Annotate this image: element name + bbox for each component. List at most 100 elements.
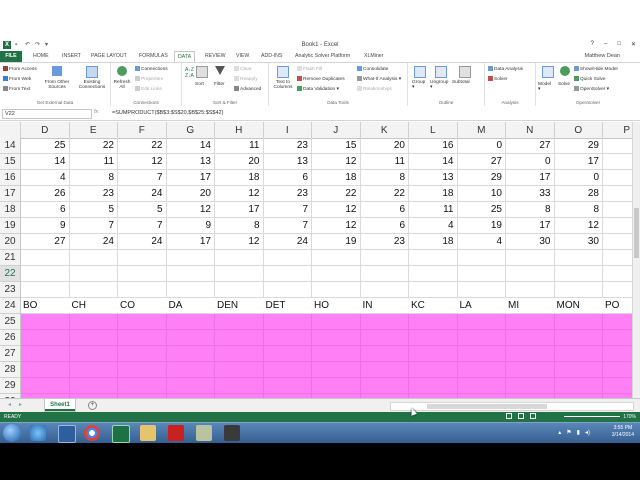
- cell-l17[interactable]: 18: [409, 186, 458, 202]
- cell-k29[interactable]: [360, 378, 409, 394]
- cell-i27[interactable]: [263, 346, 312, 362]
- cell-i18[interactable]: 7: [263, 202, 312, 218]
- cell-m19[interactable]: 19: [457, 218, 506, 234]
- cell-j19[interactable]: 12: [312, 218, 361, 234]
- cell-h17[interactable]: 12: [215, 186, 264, 202]
- properties-button[interactable]: Properties: [135, 76, 163, 82]
- chrome-icon[interactable]: [84, 425, 100, 441]
- cell-k14[interactable]: 20: [360, 138, 409, 154]
- cell-h24[interactable]: DEN: [215, 298, 264, 314]
- horizontal-scrollbar[interactable]: [390, 402, 634, 411]
- formula-input[interactable]: =SUMPRODUCT($B$3:$S$20,$B$25:$S$42): [112, 109, 632, 117]
- row-header-14[interactable]: 14: [0, 138, 21, 154]
- from-access-button[interactable]: From Access: [3, 66, 37, 72]
- cell-i29[interactable]: [263, 378, 312, 394]
- text-to-columns-button[interactable]: Text to Columns: [270, 80, 296, 90]
- cell-i17[interactable]: 23: [263, 186, 312, 202]
- cell-p29[interactable]: [603, 378, 632, 394]
- tab-home[interactable]: HOME: [33, 53, 49, 59]
- page-break-view-icon[interactable]: [530, 413, 536, 419]
- existing-connections-button[interactable]: Existing Connections: [76, 80, 108, 90]
- worksheet-grid[interactable]: DEFGHIJKLMNOP 14 25 22 22 14 11 23 15 20 16 0 27 29 1…: [0, 122, 632, 398]
- minimize-button[interactable]: –: [604, 41, 607, 48]
- column-header-k[interactable]: K: [361, 122, 409, 138]
- cell-d16[interactable]: 4: [21, 170, 70, 186]
- cell-d25[interactable]: [21, 314, 70, 330]
- cell-k24[interactable]: IN: [360, 298, 409, 314]
- cell-j28[interactable]: [312, 362, 361, 378]
- cell-f28[interactable]: [118, 362, 167, 378]
- cell-l16[interactable]: 13: [409, 170, 458, 186]
- cell-e15[interactable]: 11: [69, 154, 118, 170]
- cell-l29[interactable]: [409, 378, 458, 394]
- cell-j23[interactable]: [312, 282, 361, 298]
- cell-h23[interactable]: [215, 282, 264, 298]
- cell-i21[interactable]: [263, 250, 312, 266]
- acrobat-icon[interactable]: [168, 425, 184, 441]
- column-header-o[interactable]: O: [555, 122, 603, 138]
- internet-explorer-icon[interactable]: [30, 425, 46, 441]
- cell-g19[interactable]: 9: [166, 218, 215, 234]
- cell-e22[interactable]: [69, 266, 118, 282]
- cell-d19[interactable]: 9: [21, 218, 70, 234]
- tab-add-ins[interactable]: ADD-INS: [261, 53, 282, 59]
- cell-k20[interactable]: 23: [360, 234, 409, 250]
- subtotal-button[interactable]: Subtotal: [452, 80, 470, 85]
- cell-j22[interactable]: [312, 266, 361, 282]
- cell-n16[interactable]: 17: [506, 170, 555, 186]
- cell-d21[interactable]: [21, 250, 70, 266]
- cell-h26[interactable]: [215, 330, 264, 346]
- cell-p19[interactable]: [603, 218, 632, 234]
- zoom-level[interactable]: 170%: [623, 414, 636, 420]
- cell-m22[interactable]: [457, 266, 506, 282]
- row-header-18[interactable]: 18: [0, 202, 21, 218]
- cell-h18[interactable]: 17: [215, 202, 264, 218]
- page-layout-view-icon[interactable]: [518, 413, 524, 419]
- cell-o23[interactable]: [554, 282, 603, 298]
- cell-o20[interactable]: 30: [554, 234, 603, 250]
- row-header-25[interactable]: 25: [0, 314, 21, 330]
- cell-m14[interactable]: 0: [457, 138, 506, 154]
- cell-m29[interactable]: [457, 378, 506, 394]
- cell-p18[interactable]: [603, 202, 632, 218]
- cell-k17[interactable]: 22: [360, 186, 409, 202]
- cell-d26[interactable]: [21, 330, 70, 346]
- cell-o25[interactable]: [554, 314, 603, 330]
- scrollbar-thumb[interactable]: [634, 208, 639, 258]
- cell-f29[interactable]: [118, 378, 167, 394]
- network-icon[interactable]: ▮: [577, 429, 580, 436]
- cell-o26[interactable]: [554, 330, 603, 346]
- cell-p23[interactable]: [603, 282, 632, 298]
- from-text-button[interactable]: From Text: [3, 86, 30, 92]
- cell-p17[interactable]: [603, 186, 632, 202]
- tab-formulas[interactable]: FORMULAS: [139, 53, 168, 59]
- cell-g18[interactable]: 12: [166, 202, 215, 218]
- cell-e27[interactable]: [69, 346, 118, 362]
- cell-l19[interactable]: 4: [409, 218, 458, 234]
- row-header-24[interactable]: 24: [0, 298, 21, 314]
- cell-g16[interactable]: 17: [166, 170, 215, 186]
- cell-k25[interactable]: [360, 314, 409, 330]
- cell-h20[interactable]: 12: [215, 234, 264, 250]
- cell-e16[interactable]: 8: [69, 170, 118, 186]
- cell-n23[interactable]: [506, 282, 555, 298]
- from-other-sources-button[interactable]: From Other Sources: [42, 80, 72, 90]
- cell-g26[interactable]: [166, 330, 215, 346]
- cell-f20[interactable]: 24: [118, 234, 167, 250]
- cell-p28[interactable]: [603, 362, 632, 378]
- cell-p20[interactable]: [603, 234, 632, 250]
- cell-l27[interactable]: [409, 346, 458, 362]
- cell-h16[interactable]: 18: [215, 170, 264, 186]
- vertical-scrollbar[interactable]: [632, 122, 640, 398]
- row-header-20[interactable]: 20: [0, 234, 21, 250]
- normal-view-icon[interactable]: [506, 413, 512, 419]
- cell-g25[interactable]: [166, 314, 215, 330]
- opensolver-menu-button[interactable]: OpenSolver ▾: [574, 86, 609, 92]
- show-hide-model-button[interactable]: Show/Hide Model: [574, 66, 618, 72]
- cell-g14[interactable]: 14: [166, 138, 215, 154]
- cell-p24[interactable]: PO: [603, 298, 632, 314]
- cell-o17[interactable]: 28: [554, 186, 603, 202]
- cell-p16[interactable]: [603, 170, 632, 186]
- model-button[interactable]: Model ▾: [538, 82, 551, 92]
- row-header-29[interactable]: 29: [0, 378, 21, 394]
